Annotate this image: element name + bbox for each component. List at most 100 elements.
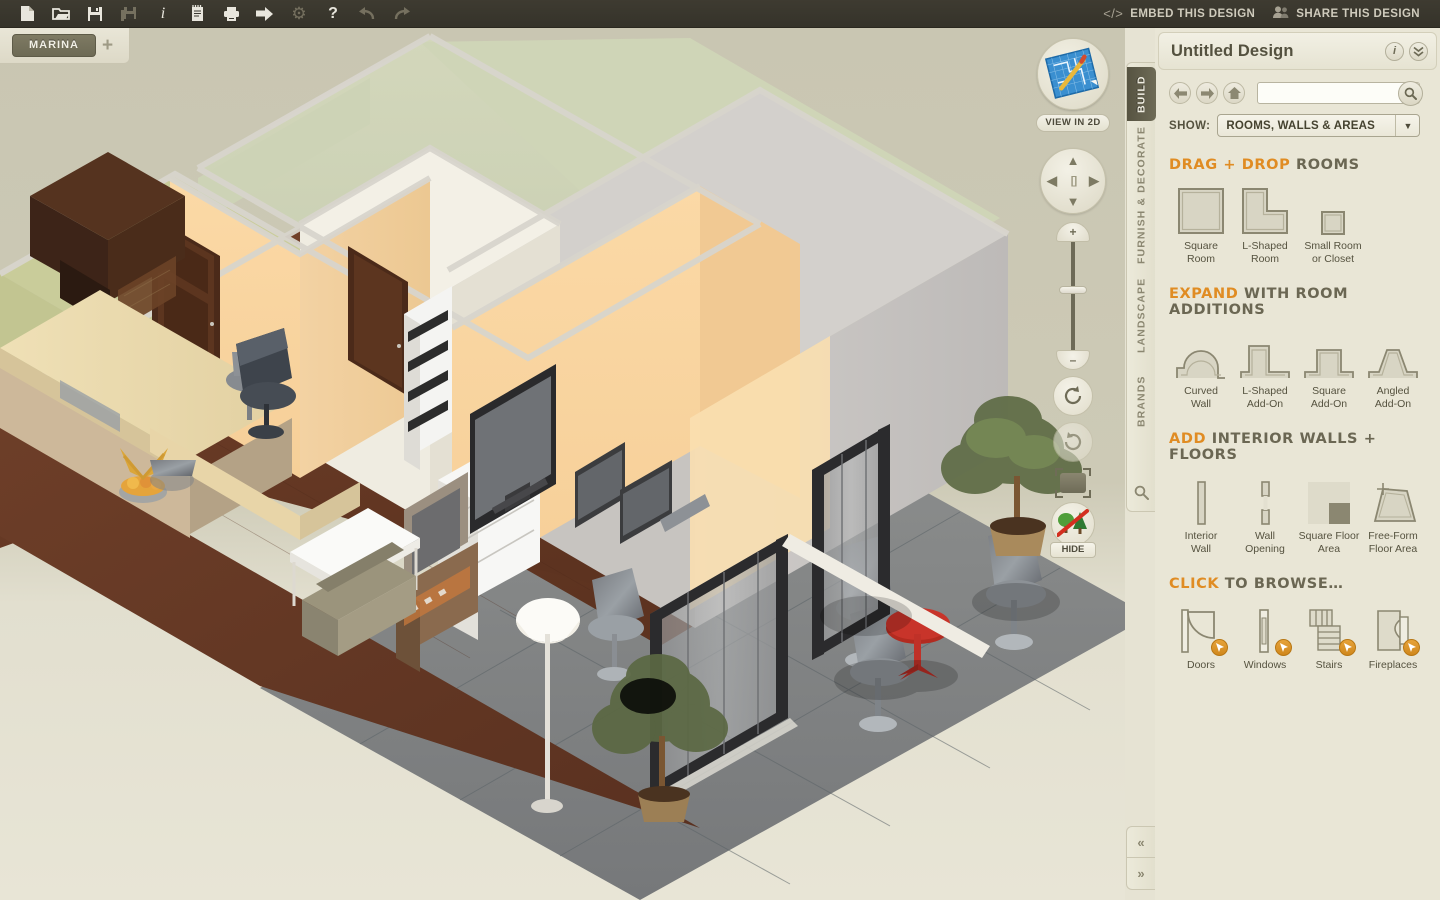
save-copy-icon[interactable]	[112, 1, 146, 27]
magnifier-icon	[1134, 485, 1149, 500]
item-interior-wall[interactable]: Interior Wall	[1169, 473, 1233, 556]
pan-right-icon[interactable]: ▶	[1089, 173, 1099, 189]
pan-up-icon[interactable]: ▲	[1067, 153, 1080, 168]
item-square-add-on[interactable]: Square Add-On	[1297, 328, 1361, 411]
export-arrow-icon[interactable]	[248, 1, 282, 27]
section-items: Interior Wall Wall Opening Square Floor …	[1169, 473, 1426, 556]
vtab-build[interactable]: BUILD	[1127, 67, 1156, 121]
item-curved-wall[interactable]: Curved Wall	[1169, 328, 1233, 411]
zoom-track[interactable]	[1071, 240, 1075, 352]
rotate-ccw-button[interactable]	[1053, 376, 1093, 416]
redo-icon[interactable]	[384, 1, 418, 27]
zoom-in-button[interactable]: +	[1056, 222, 1090, 242]
item-wall-opening[interactable]: Wall Opening	[1233, 473, 1297, 556]
help-icon[interactable]: ?	[316, 1, 350, 27]
stairs-browse-badge[interactable]	[1339, 639, 1356, 656]
panel-search-wrap	[1257, 81, 1423, 106]
view-in-2d-button[interactable]	[1037, 38, 1109, 110]
open-folder-icon[interactable]	[44, 1, 78, 27]
item-caption: Wall Opening	[1245, 530, 1285, 555]
embed-this-design-link[interactable]: </> EMBED THIS DESIGN	[1097, 6, 1261, 21]
section-heading: DRAG + DROP ROOMS	[1169, 157, 1426, 173]
chevron-down-icon[interactable]: ▼	[1395, 115, 1419, 136]
zoom-thumb[interactable]	[1059, 286, 1087, 294]
item-fireplaces[interactable]: Fireplaces	[1361, 602, 1425, 672]
undo-icon[interactable]	[350, 1, 384, 27]
panel-search-icon[interactable]	[1127, 479, 1156, 505]
square-floor-icon	[1297, 473, 1361, 525]
panel-collapse-controls: « »	[1126, 826, 1155, 890]
free-form-floor-icon	[1361, 473, 1425, 525]
code-icon: </>	[1103, 6, 1124, 21]
right-panel: Untitled Design i SHOW: ROOMS, WALLS & A…	[1155, 28, 1440, 900]
panel-search-input[interactable]	[1257, 82, 1420, 104]
toolbar-links: </> EMBED THIS DESIGN SHARE THIS DESIGN	[1097, 5, 1440, 22]
item-caption: Stairs	[1315, 659, 1343, 671]
pan-left-icon[interactable]: ◀	[1047, 173, 1057, 189]
arrow-right-icon	[1200, 87, 1214, 99]
item-square-room[interactable]: Square Room	[1169, 183, 1233, 266]
item-caption: Free-Form Floor Area	[1368, 530, 1418, 555]
bracket-bl	[1055, 490, 1063, 498]
doors-browse-badge[interactable]	[1211, 639, 1228, 656]
cursor-arrow-icon	[1215, 642, 1224, 652]
item-stairs[interactable]: Stairs	[1297, 602, 1361, 672]
nav-home-button[interactable]	[1223, 82, 1245, 104]
l-shaped-room-icon	[1233, 183, 1297, 235]
wall-opening-icon	[1233, 473, 1297, 525]
add-tab-button[interactable]: +	[102, 36, 113, 55]
vtab-brands[interactable]: BRANDS	[1127, 365, 1156, 437]
item-l-shaped-add-on[interactable]: L-Shaped Add-On	[1233, 328, 1297, 411]
windows-browse-badge[interactable]	[1275, 639, 1292, 656]
save-disk-icon[interactable]	[78, 1, 112, 27]
arrow-left-icon	[1173, 87, 1187, 99]
zoom-slider[interactable]: + –	[1051, 222, 1095, 370]
new-document-icon[interactable]	[10, 1, 44, 27]
nav-back-button[interactable]	[1169, 82, 1191, 104]
item-angled-add-on[interactable]: Angled Add-On	[1361, 328, 1425, 411]
pan-dpad[interactable]: ▲ ▼ ◀ ▶ [ ]	[1040, 148, 1106, 214]
item-caption: Curved Wall	[1184, 385, 1218, 410]
show-select[interactable]: ROOMS, WALLS & AREAS ▼	[1217, 114, 1421, 137]
item-square-floor-area[interactable]: Square Floor Area	[1297, 473, 1361, 556]
panel-info-icon[interactable]: i	[1385, 41, 1404, 61]
gear-icon[interactable]: ⚙	[282, 1, 316, 27]
panel-collapse-icon[interactable]	[1409, 41, 1428, 61]
collapse-left-button[interactable]: «	[1126, 826, 1155, 858]
hide-label[interactable]: HIDE	[1050, 542, 1096, 558]
fullscreen-button[interactable]	[1053, 466, 1093, 500]
vtab-furnish-decorate[interactable]: FURNISH & DECORATE	[1127, 125, 1156, 265]
zoom-out-button[interactable]: –	[1056, 350, 1090, 370]
bracket-tr	[1083, 468, 1091, 476]
cursor-arrow-icon	[1343, 642, 1352, 652]
view-in-2d-label[interactable]: VIEW IN 2D	[1036, 114, 1110, 132]
recenter-icon[interactable]: [ ]	[1071, 175, 1078, 187]
item-free-form-floor-area[interactable]: Free-Form Floor Area	[1361, 473, 1425, 556]
magnifier-icon	[1404, 87, 1417, 100]
item-small-room-or-closet[interactable]: Small Room or Closet	[1297, 183, 1369, 266]
show-filter-row: SHOW: ROOMS, WALLS & AREAS ▼	[1155, 104, 1440, 137]
design-3d-viewport[interactable]	[0, 28, 1125, 900]
item-doors[interactable]: Doors	[1169, 602, 1233, 672]
bracket-br	[1083, 490, 1091, 498]
section-interior-walls-floors: ADD INTERIOR WALLS + FLOORS Interior Wal…	[1155, 431, 1440, 556]
chevron-double-down-icon	[1413, 46, 1424, 57]
info-icon[interactable]: i	[146, 1, 180, 27]
item-windows[interactable]: Windows	[1233, 602, 1297, 672]
item-caption: Fireplaces	[1368, 659, 1418, 671]
fireplaces-browse-badge[interactable]	[1403, 639, 1420, 656]
share-this-design-link[interactable]: SHARE THIS DESIGN	[1267, 5, 1426, 22]
panel-search-submit[interactable]	[1398, 81, 1423, 106]
collapse-right-button[interactable]: »	[1126, 858, 1155, 890]
hide-landscape-button[interactable]	[1051, 502, 1095, 546]
pan-down-icon[interactable]: ▼	[1067, 194, 1080, 209]
interior-wall-icon	[1169, 473, 1233, 525]
home-icon	[1227, 87, 1241, 99]
vtab-landscape[interactable]: LANDSCAPE	[1127, 269, 1156, 361]
notepad-icon[interactable]	[180, 1, 214, 27]
rotate-cw-button[interactable]	[1053, 422, 1093, 462]
nav-forward-button[interactable]	[1196, 82, 1218, 104]
print-icon[interactable]	[214, 1, 248, 27]
project-tab-marina[interactable]: MARINA	[12, 34, 96, 57]
item-l-shaped-room[interactable]: L-Shaped Room	[1233, 183, 1297, 266]
